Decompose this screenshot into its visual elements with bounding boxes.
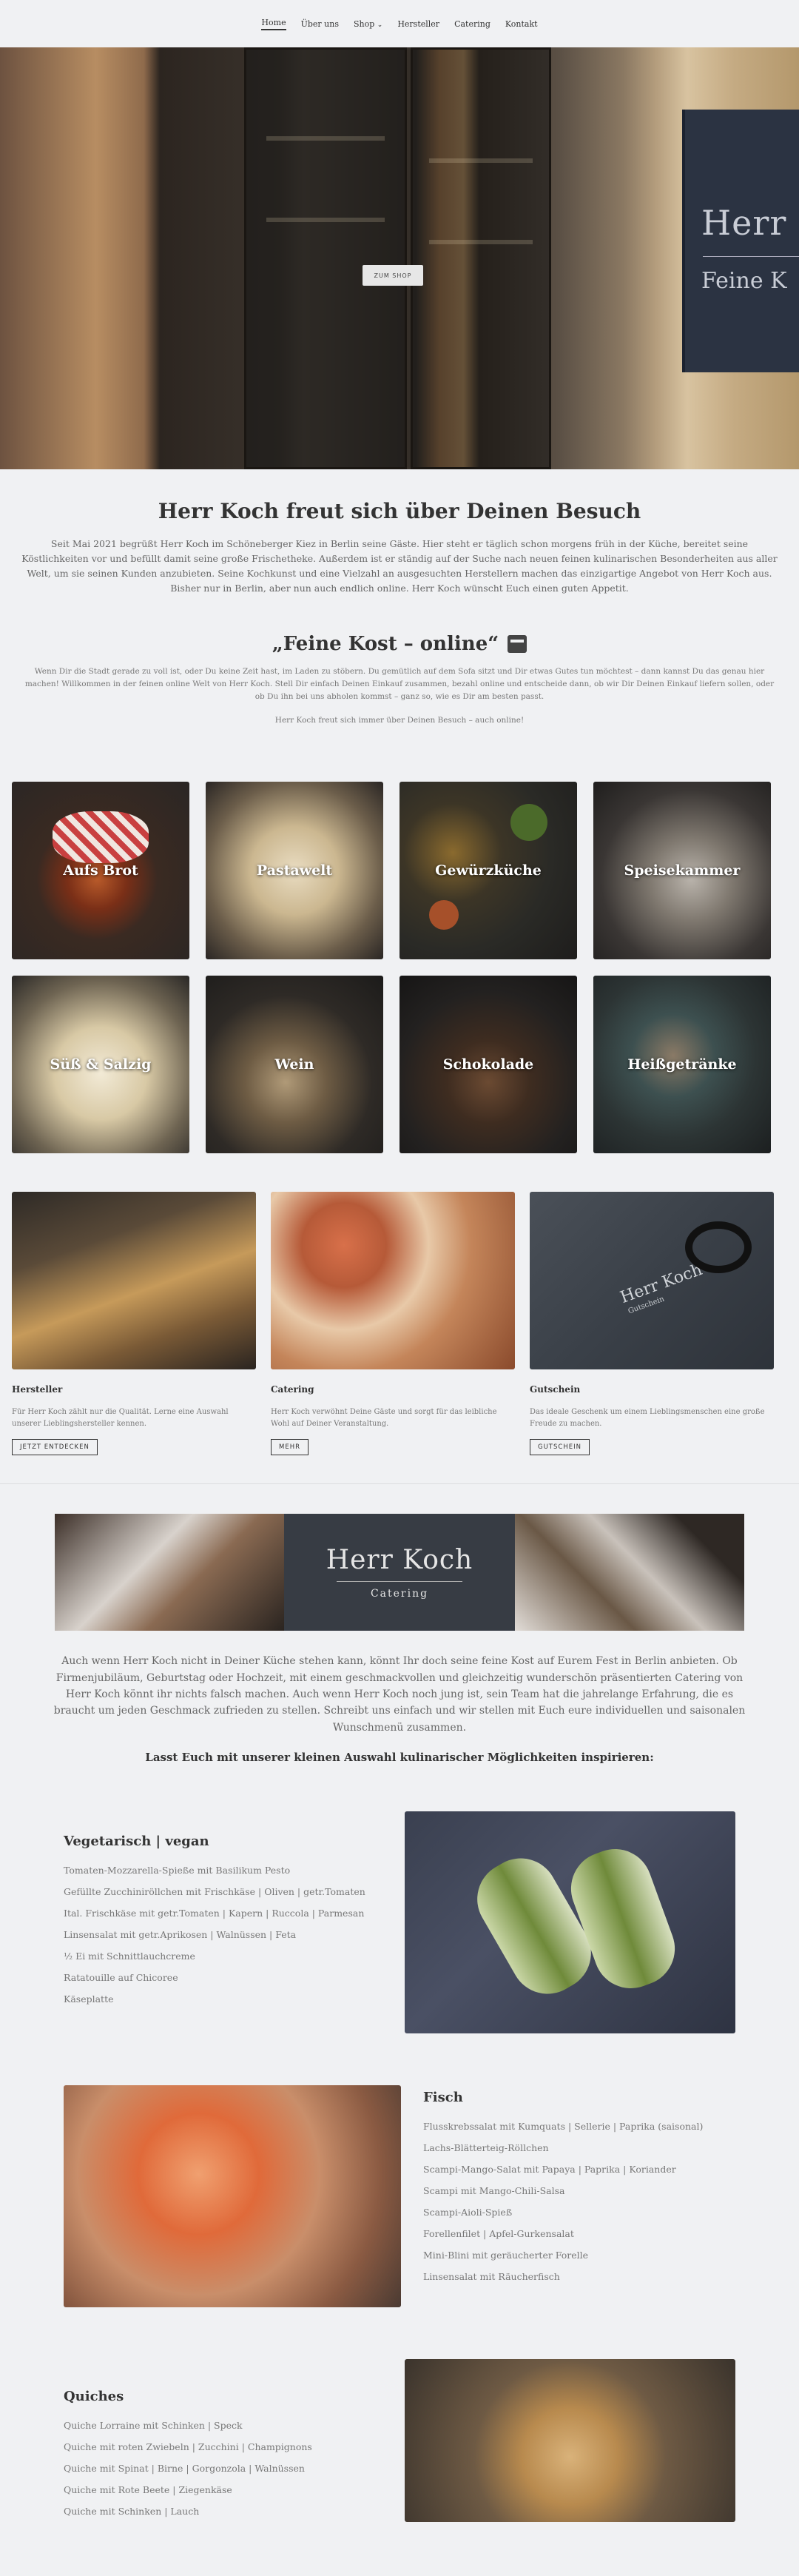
category-label: Schokolade: [442, 1056, 534, 1073]
jetzt-entdecken-button[interactable]: JETZT ENTDECKEN: [12, 1439, 98, 1456]
menu-title: Fisch: [423, 2090, 463, 2106]
menu-item: Ratatouille auf Chicoree: [64, 1972, 178, 1984]
menu-item: Quiche Lorraine mit Schinken | Speck: [64, 2420, 243, 2432]
menu-item: Gefüllte Zucchiniröllchen mit Frischkäse…: [64, 1886, 365, 1898]
welcome-section: Herr Koch freut sich über Deinen Besuch …: [0, 499, 799, 596]
category-label: Wein: [274, 1056, 314, 1073]
category-schokolade[interactable]: Schokolade: [400, 976, 577, 1154]
nav-about[interactable]: Über uns: [301, 19, 339, 29]
card-hersteller: Hersteller Für Herr Koch zählt nur die Q…: [12, 1192, 256, 1456]
nav-shop-label: Shop: [353, 19, 375, 29]
bow-icon: [685, 1221, 752, 1274]
catering-text: Auch wenn Herr Koch nicht in Deiner Küch…: [53, 1655, 746, 1734]
catering-logo-title: Herr Koch: [326, 1545, 473, 1576]
category-speisekammer[interactable]: Speisekammer: [593, 782, 771, 960]
menu-item: Quiche mit Rote Beete | Ziegenkäse: [64, 2484, 232, 2496]
welcome-title: Herr Koch freut sich über Deinen Besuch: [158, 499, 641, 523]
hersteller-image: [12, 1192, 256, 1370]
category-label: Pastawelt: [256, 862, 333, 879]
category-suess-salzig[interactable]: Süß & Salzig: [12, 976, 189, 1154]
menu-item: Linsensalat mit Räucherfisch: [423, 2271, 560, 2283]
feature-cards: Hersteller Für Herr Koch zählt nur die Q…: [0, 1192, 799, 1456]
nav-shop[interactable]: Shop ⌄: [354, 19, 382, 29]
card-text: Das ideale Geschenk um einem Lieblingsme…: [530, 1408, 765, 1429]
category-label: Gewürzküche: [435, 862, 542, 879]
menu-item: ½ Ei mit Schnittlauchcreme: [64, 1951, 195, 1962]
menu-item: Flusskrebssalat mit Kumquats | Sellerie …: [423, 2121, 704, 2133]
quiche-image: [405, 2359, 735, 2523]
menu-item: Quiche mit roten Zwiebeln | Zucchini | C…: [64, 2441, 312, 2453]
feine-kost-section: „Feine Kost – online“ Wenn Dir die Stadt…: [0, 633, 799, 727]
catering-image: [271, 1192, 515, 1370]
menu-title: Vegetarisch | vegan: [64, 1834, 209, 1850]
gutschein-image: Herr Koch Gutschein: [530, 1192, 774, 1370]
category-aufs-brot[interactable]: Aufs Brot: [12, 782, 189, 960]
card-gutschein: Herr Koch Gutschein Gutschein Das ideale…: [530, 1192, 774, 1456]
menu-item: Scampi-Mango-Salat mit Papaya | Paprika …: [423, 2164, 676, 2176]
nav-kontakt[interactable]: Kontakt: [505, 19, 538, 29]
category-grid: Aufs Brot Pastawelt Gewürzküche Speiseka…: [0, 782, 799, 1154]
menu-item: Scampi mit Mango-Chili-Salsa: [423, 2185, 565, 2197]
menu-row-quiches: Quiches Quiche Lorraine mit Schinken | S…: [0, 2359, 799, 2523]
category-label: Speisekammer: [624, 862, 741, 879]
nav-hersteller[interactable]: Hersteller: [397, 19, 439, 29]
category-label: Aufs Brot: [63, 862, 138, 879]
catering-banner: Herr Koch Catering: [55, 1514, 744, 1631]
card-title: Catering: [271, 1384, 314, 1395]
gutschein-button[interactable]: GUTSCHEIN: [530, 1439, 590, 1456]
catering-photo-right: [515, 1514, 744, 1631]
shop-sign-title: Herr Koch: [701, 203, 799, 243]
category-heissgetraenke[interactable]: Heißgetränke: [593, 976, 771, 1154]
mehr-button[interactable]: MEHR: [271, 1439, 309, 1456]
menu-row-fisch: Fisch Flusskrebssalat mit Kumquats | Sel…: [0, 2085, 799, 2308]
card-title: Gutschein: [530, 1384, 581, 1395]
catering-photo-left: [55, 1514, 284, 1631]
section-divider: [0, 1483, 799, 1485]
menu-item: Tomaten-Mozzarella-Spieße mit Basilikum …: [64, 1865, 291, 1876]
menu-item: Scampi-Aioli-Spieß: [423, 2207, 513, 2218]
chevron-down-icon: ⌄: [377, 21, 383, 29]
nav-catering[interactable]: Catering: [454, 19, 490, 29]
card-catering: Catering Herr Koch verwöhnt Deine Gäste …: [271, 1192, 515, 1456]
menu-veg: Vegetarisch | vegan Tomaten-Mozzarella-S…: [64, 1811, 382, 2033]
hero-door-left: [244, 47, 407, 469]
zucchini-rolls-image: [405, 1811, 735, 2034]
main-nav: Home Über uns Shop ⌄ Hersteller Catering…: [0, 0, 799, 47]
card-title: Hersteller: [12, 1384, 63, 1395]
menu-fisch: Fisch Flusskrebssalat mit Kumquats | Sel…: [423, 2085, 734, 2307]
feine-text-2: Herr Koch freut sich immer über Deinen B…: [274, 716, 525, 725]
category-label: Süß & Salzig: [50, 1056, 152, 1073]
hero-door-right: [411, 47, 551, 469]
menu-row-veg: Vegetarisch | vegan Tomaten-Mozzarella-S…: [0, 1811, 799, 2034]
catering-lead: Lasst Euch mit unserer kleinen Auswahl k…: [145, 1751, 654, 1765]
menu-item: Forellenfilet | Apfel-Gurkensalat: [423, 2228, 574, 2240]
hero-banner: Herr Koch Feine K ZUM SHOP: [0, 47, 799, 469]
shop-icon: [508, 635, 527, 653]
feine-text: Wenn Dir die Stadt gerade zu voll ist, o…: [24, 667, 775, 701]
menu-quiches: Quiches Quiche Lorraine mit Schinken | S…: [64, 2359, 382, 2522]
category-pastawelt[interactable]: Pastawelt: [206, 782, 383, 960]
menu-item: Quiche mit Schinken | Lauch: [64, 2506, 200, 2518]
shop-sign-sub: Feine K: [701, 268, 787, 294]
menu-item: Lachs-Blätterteig-Röllchen: [423, 2142, 549, 2154]
menu-item: Quiche mit Spinat | Birne | Gorgonzola |…: [64, 2463, 305, 2475]
catering-logo-sub: Catering: [370, 1588, 429, 1600]
menu-item: Ital. Frischkäse mit getr.Tomaten | Kape…: [64, 1908, 365, 1919]
zum-shop-button[interactable]: ZUM SHOP: [363, 265, 423, 286]
category-label: Heißgetränke: [627, 1056, 737, 1073]
category-gewuerzkueche[interactable]: Gewürzküche: [400, 782, 577, 960]
menu-item: Käseplatte: [64, 1993, 114, 2005]
card-text: Herr Koch verwöhnt Deine Gäste und sorgt…: [271, 1408, 497, 1429]
welcome-text: Seit Mai 2021 begrüßt Herr Koch im Schön…: [21, 538, 778, 594]
menu-title: Quiches: [64, 2389, 124, 2405]
feine-title: „Feine Kost – online“: [272, 633, 499, 655]
nav-home[interactable]: Home: [261, 18, 286, 30]
menu-item: Mini-Blini mit geräucherter Forelle: [423, 2250, 589, 2261]
salmon-bites-image: [64, 2085, 401, 2308]
category-wein[interactable]: Wein: [206, 976, 383, 1154]
catering-logo: Herr Koch Catering: [284, 1514, 515, 1631]
menu-item: Linsensalat mit getr.Aprikosen | Walnüss…: [64, 1929, 297, 1941]
card-text: Für Herr Koch zählt nur die Qualität. Le…: [12, 1408, 229, 1429]
